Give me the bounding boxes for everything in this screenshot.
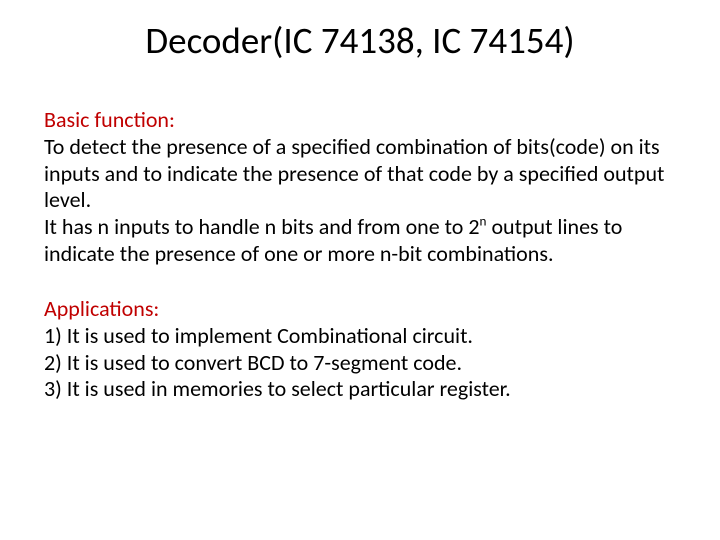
application-item-2: 2) It is used to convert BCD to 7-segmen… [44, 350, 676, 377]
slide-body: Basic function: To detect the presence o… [44, 107, 676, 403]
basic-function-paragraph-2: It has n inputs to handle n bits and fro… [44, 214, 676, 268]
basic-p2-part-a: It has n inputs to handle n bits and fro… [44, 213, 480, 240]
application-item-1: 1) It is used to implement Combinational… [44, 323, 676, 350]
basic-function-paragraph-1: To detect the presence of a specified co… [44, 134, 676, 214]
slide: Decoder(IC 74138, IC 74154) Basic functi… [0, 0, 720, 540]
application-item-3: 3) It is used in memories to select part… [44, 376, 676, 403]
basic-function-heading: Basic function: [44, 107, 676, 134]
section-gap [44, 268, 676, 296]
slide-title: Decoder(IC 74138, IC 74154) [44, 18, 676, 63]
applications-heading: Applications: [44, 296, 676, 323]
